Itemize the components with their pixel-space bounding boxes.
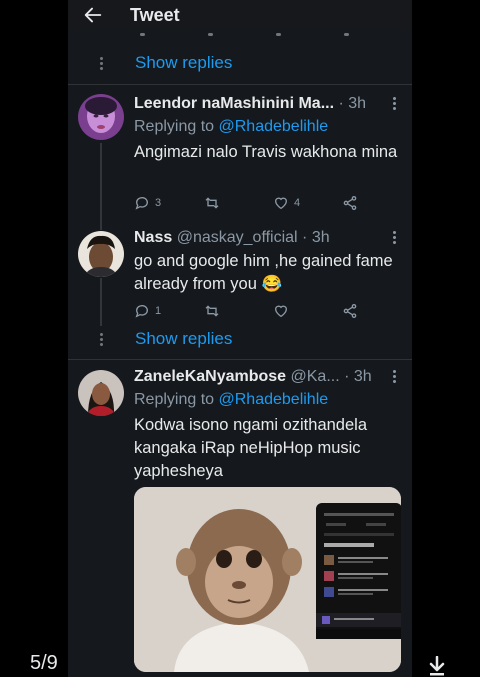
like-count: 4 xyxy=(294,197,301,209)
replying-to-label: Replying to xyxy=(134,118,219,135)
author-name[interactable]: Nass xyxy=(134,229,172,246)
timestamp: · 3h xyxy=(334,95,367,112)
replying-to-label: Replying to xyxy=(134,391,219,408)
tweet-author-line: ZaneleKaNyambose @Ka... · 3h xyxy=(134,368,372,386)
tweet-text: go and google him ,he gained fame alread… xyxy=(134,252,393,293)
phone-screenshot-overlay xyxy=(316,503,401,639)
tweet-actions: 3 4 xyxy=(134,194,364,212)
page-title: Tweet xyxy=(130,5,180,25)
divider xyxy=(68,359,412,360)
share-button[interactable] xyxy=(342,194,358,212)
thread-line xyxy=(100,278,102,326)
cut-off-action-row xyxy=(124,33,384,39)
share-button[interactable] xyxy=(342,302,358,320)
mention-link[interactable]: @Rhadebelihle xyxy=(219,391,329,408)
more-icon[interactable] xyxy=(393,97,396,111)
reply-count: 1 xyxy=(155,305,162,317)
tweet-actions: 1 xyxy=(134,302,364,320)
author-name[interactable]: ZaneleKaNyambose xyxy=(134,368,286,385)
mention-link[interactable]: @Rhadebelihle xyxy=(219,118,329,135)
like-button[interactable] xyxy=(273,302,294,320)
back-arrow-icon[interactable] xyxy=(82,4,104,26)
thread-dots-icon xyxy=(100,57,103,71)
replying-to: Replying to @Rhadebelihle xyxy=(134,391,328,409)
retweet-button[interactable] xyxy=(204,194,225,212)
reply-button[interactable]: 3 xyxy=(134,194,161,212)
reply-button[interactable]: 1 xyxy=(134,302,161,320)
like-button[interactable]: 4 xyxy=(273,194,300,212)
thread-line xyxy=(100,143,102,230)
author-name[interactable]: Leendor naMashinini Ma... xyxy=(134,95,334,112)
like-icon xyxy=(274,305,288,318)
retweet-button[interactable] xyxy=(204,302,225,320)
share-icon xyxy=(343,304,357,318)
reply-icon xyxy=(135,197,148,210)
like-icon xyxy=(274,197,288,210)
reply-count: 3 xyxy=(155,197,162,209)
replying-to: Replying to @Rhadebelihle xyxy=(134,118,328,136)
tweet-media-image[interactable] xyxy=(134,487,401,672)
author-handle[interactable]: @Ka... xyxy=(291,368,340,385)
tweet-text: Angimazi nalo Travis wakhona mina xyxy=(134,143,398,161)
tweet-author-line: Nass @naskay_official · 3h xyxy=(134,229,330,247)
author-handle[interactable]: @naskay_official xyxy=(177,229,298,246)
retweet-icon xyxy=(205,197,219,209)
tweet-panel: Tweet Show replies Leendor naMashinini M… xyxy=(68,0,412,677)
timestamp: · 3h xyxy=(339,368,372,385)
avatar[interactable] xyxy=(78,94,124,140)
show-replies-link[interactable]: Show replies xyxy=(135,329,232,349)
page-counter: 5/9 xyxy=(30,652,58,674)
thread-dots-icon xyxy=(100,333,103,347)
retweet-icon xyxy=(205,305,219,317)
tweet-author-line: Leendor naMashinini Ma... · 3h xyxy=(134,95,366,113)
header: Tweet xyxy=(68,0,412,30)
divider xyxy=(68,84,412,85)
download-icon[interactable] xyxy=(428,656,446,676)
show-replies-link[interactable]: Show replies xyxy=(135,53,232,73)
more-icon[interactable] xyxy=(393,370,396,384)
reply-icon xyxy=(135,305,148,318)
more-icon[interactable] xyxy=(393,231,396,245)
timestamp: · 3h xyxy=(297,229,330,246)
share-icon xyxy=(343,196,357,210)
avatar[interactable] xyxy=(78,231,124,277)
avatar[interactable] xyxy=(78,370,124,416)
tweet-text: Kodwa isono ngami ozithandela kangaka iR… xyxy=(134,416,367,480)
